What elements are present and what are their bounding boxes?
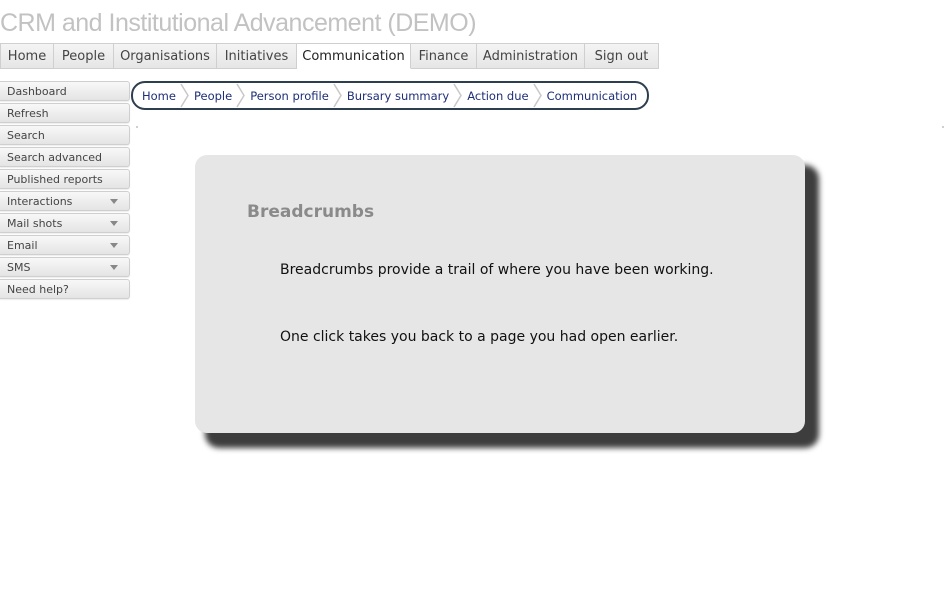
- breadcrumb: Home People Person profile Bursary summa…: [131, 81, 650, 110]
- breadcrumb-separator-icon: [333, 83, 342, 108]
- sidebar-item-dashboard[interactable]: Dashboard: [0, 81, 130, 101]
- sidebar-item-refresh[interactable]: Refresh: [0, 103, 130, 123]
- breadcrumb-separator-icon: [180, 83, 189, 108]
- sidebar-item-label: Mail shots: [7, 216, 63, 230]
- breadcrumb-separator-icon: [532, 83, 542, 108]
- main-nav: Home People Organisations Initiatives Co…: [0, 43, 659, 69]
- sidebar-item-published-reports[interactable]: Published reports: [0, 169, 130, 189]
- breadcrumb-communication[interactable]: Communication: [547, 89, 638, 103]
- sidebar-item-sms[interactable]: SMS: [0, 257, 130, 277]
- sidebar-item-label: Refresh: [7, 106, 49, 120]
- sidebar-item-label: Dashboard: [7, 84, 67, 98]
- sidebar-item-label: Search advanced: [7, 150, 103, 164]
- tab-sign-out[interactable]: Sign out: [585, 43, 659, 69]
- sidebar-item-label: Need help?: [7, 282, 69, 296]
- breadcrumb-separator-icon: [236, 83, 246, 108]
- panel-text-line-1: Breadcrumbs provide a trail of where you…: [280, 262, 714, 278]
- tab-administration[interactable]: Administration: [477, 43, 585, 69]
- breadcrumb-bursary-summary[interactable]: Bursary summary: [347, 89, 449, 103]
- breadcrumb-separator-icon: [453, 83, 463, 108]
- sidebar-item-mail-shots[interactable]: Mail shots: [0, 213, 130, 233]
- tab-initiatives[interactable]: Initiatives: [217, 43, 297, 69]
- breadcrumb-people[interactable]: People: [194, 89, 232, 103]
- sidebar-item-search-advanced[interactable]: Search advanced: [0, 147, 130, 167]
- sidebar-item-label: SMS: [7, 260, 31, 274]
- panel-heading: Breadcrumbs: [247, 202, 375, 222]
- chevron-down-icon: [110, 265, 118, 270]
- sidebar-item-label: Search: [7, 128, 45, 142]
- sidebar-item-search[interactable]: Search: [0, 125, 130, 145]
- breadcrumb-person-profile[interactable]: Person profile: [250, 89, 329, 103]
- sidebar: Dashboard Refresh Search Search advanced…: [0, 81, 130, 301]
- tab-communication[interactable]: Communication: [297, 43, 411, 69]
- breadcrumb-home[interactable]: Home: [142, 89, 176, 103]
- divider-dot: [942, 126, 944, 128]
- chevron-down-icon: [110, 221, 118, 226]
- sidebar-item-label: Interactions: [7, 194, 73, 208]
- tab-finance[interactable]: Finance: [411, 43, 477, 69]
- tab-home[interactable]: Home: [0, 43, 54, 69]
- help-panel: Breadcrumbs Breadcrumbs provide a trail …: [195, 155, 805, 433]
- chevron-down-icon: [110, 199, 118, 204]
- app-title: CRM and Institutional Advancement (DEMO): [0, 9, 477, 37]
- sidebar-item-email[interactable]: Email: [0, 235, 130, 255]
- breadcrumb-action-due[interactable]: Action due: [467, 89, 528, 103]
- chevron-down-icon: [110, 243, 118, 248]
- sidebar-item-label: Published reports: [7, 172, 103, 186]
- divider-dot: [136, 126, 138, 128]
- tab-people[interactable]: People: [54, 43, 114, 69]
- sidebar-item-label: Email: [7, 238, 38, 252]
- sidebar-item-interactions[interactable]: Interactions: [0, 191, 130, 211]
- panel-text-line-2: One click takes you back to a page you h…: [280, 329, 679, 345]
- sidebar-item-need-help[interactable]: Need help?: [0, 279, 130, 299]
- tab-organisations[interactable]: Organisations: [114, 43, 217, 69]
